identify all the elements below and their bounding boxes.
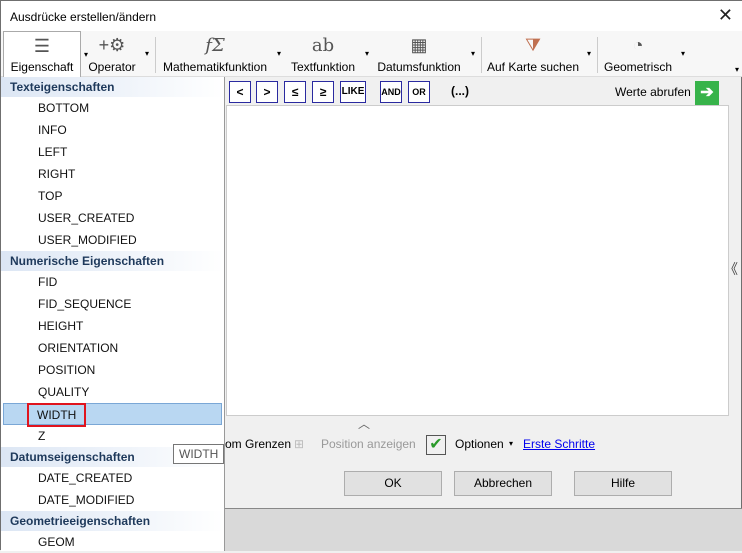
and-button[interactable]: AND [380, 81, 402, 103]
calendar-icon: ▦ [410, 34, 428, 55]
zoom-bounds-button[interactable]: om Grenzen [225, 435, 291, 455]
menu-item-top[interactable]: TOP [1, 185, 224, 207]
position-icon: ⊞ [294, 437, 305, 451]
map-filter-icon: ⧩ [524, 34, 542, 55]
parentheses-button[interactable]: (...) [445, 81, 475, 103]
menu-item-bottom[interactable]: BOTTOM [1, 97, 224, 119]
werte-abrufen-label[interactable]: Werte abrufen [615, 81, 691, 105]
cancel-button[interactable]: Abbrechen [454, 471, 552, 496]
menu-item-orientation[interactable]: ORIENTATION [1, 337, 224, 359]
expression-editor[interactable] [226, 105, 729, 416]
ribbon: ☰ Eigenschaft ▾ +⚙ Operator ▾ fΣ Mathematikfu… [1, 31, 742, 77]
math-function-icon: fΣ [205, 34, 225, 56]
menu-item-date-modified[interactable]: DATE_MODIFIED [1, 489, 224, 511]
menu-item-date-created[interactable]: DATE_CREATED [1, 467, 224, 489]
menu-item-fid[interactable]: FID [1, 271, 224, 293]
menu-item-quality[interactable]: QUALITY [1, 381, 224, 403]
property-dropdown-menu: Texteigenschaften BOTTOM INFO LEFT RIGHT… [1, 77, 225, 551]
close-icon[interactable]: ✕ [718, 5, 733, 26]
dropdown-icon[interactable]: ▾ [509, 435, 513, 455]
window-title: Ausdrücke erstellen/ändern [10, 10, 157, 24]
ribbon-datumsfunktion[interactable]: ▦ Datumsfunktion ▾ [373, 31, 475, 77]
less-equal-button[interactable]: ≤ [284, 81, 306, 103]
ribbon-overflow-icon[interactable]: ▾ [735, 65, 739, 74]
text-function-icon: ab [311, 34, 335, 56]
or-button[interactable]: OR [408, 81, 430, 103]
ribbon-eigenschaft[interactable]: ☰ Eigenschaft ▾ [3, 31, 88, 77]
greater-than-button[interactable]: > [256, 81, 278, 103]
menu-item-right[interactable]: RIGHT [1, 163, 224, 185]
menu-item-user-created[interactable]: USER_CREATED [1, 207, 224, 229]
chevron-left-icon[interactable]: 《 [724, 259, 738, 279]
operator-icon: +⚙ [98, 34, 126, 55]
less-than-button[interactable]: < [229, 81, 251, 103]
properties-icon: ☰ [33, 35, 51, 56]
ribbon-operator[interactable]: +⚙ Operator ▾ [85, 31, 149, 77]
menu-item-info[interactable]: INFO [1, 119, 224, 141]
ribbon-auf-karte-suchen[interactable]: ⧩ Auf Karte suchen ▾ [485, 31, 591, 77]
like-button[interactable]: LIKE [340, 81, 366, 103]
optionen-button[interactable]: Optionen [455, 435, 504, 455]
section-header: Geometrieeigenschaften [1, 511, 224, 531]
tooltip: WIDTH [173, 444, 225, 464]
ribbon-geometrisch[interactable]: ◔ Geometrisch ▾ [601, 31, 685, 77]
menu-item-width[interactable]: WIDTH [3, 403, 222, 427]
menu-item-left[interactable]: LEFT [1, 141, 224, 163]
status-area [225, 508, 742, 551]
menu-item-position[interactable]: POSITION [1, 359, 224, 381]
menu-item-user-modified[interactable]: USER_MODIFIED [1, 229, 224, 251]
title-bar: Ausdrücke erstellen/ändern ✕ [1, 1, 742, 31]
menu-item-height[interactable]: HEIGHT [1, 315, 224, 337]
ok-button[interactable]: OK [344, 471, 442, 496]
position-anzeigen-button[interactable]: Position anzeigen [321, 435, 416, 455]
section-header: Numerische Eigenschaften [1, 251, 224, 271]
menu-item-fid-sequence[interactable]: FID_SEQUENCE [1, 293, 224, 315]
geometry-icon: ◔ [632, 34, 644, 55]
ribbon-mathematikfunktion[interactable]: fΣ Mathematikfunktion ▾ [159, 31, 281, 77]
section-header: Texteigenschaften [1, 77, 224, 97]
help-button[interactable]: Hilfe [574, 471, 672, 496]
ribbon-textfunktion[interactable]: ab Textfunktion ▾ [287, 31, 369, 77]
dialog-window: Ausdrücke erstellen/ändern ✕ ☰ Eigenschaf… [0, 0, 742, 551]
erste-schritte-link[interactable]: Erste Schritte [523, 435, 595, 455]
checkbox-icon[interactable]: ✔ [426, 435, 446, 455]
arrow-right-icon[interactable]: ➔ [695, 81, 719, 105]
greater-equal-button[interactable]: ≥ [312, 81, 334, 103]
chevron-up-icon[interactable]: ︿ [358, 415, 370, 432]
